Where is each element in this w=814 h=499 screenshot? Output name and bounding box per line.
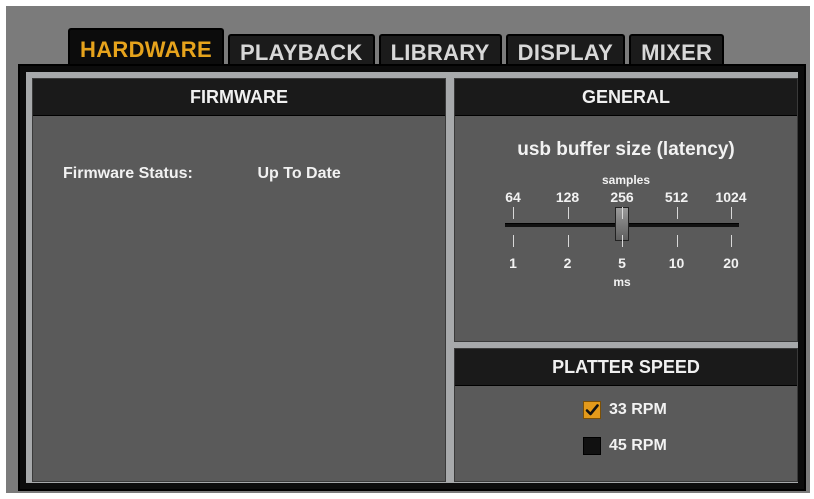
sample-tick-mark (513, 207, 514, 219)
rpm-33-checkbox[interactable] (583, 401, 601, 419)
rpm-33-label: 33 RPM (609, 401, 667, 418)
ms-tick-label: 2 (563, 255, 572, 271)
firmware-status-label: Firmware Status: (63, 165, 193, 182)
platter-speed-header: PLATTER SPEED (455, 349, 797, 386)
sample-tick-mark (676, 207, 678, 219)
general-header: GENERAL (455, 79, 797, 116)
sample-tick-label: 1024 (715, 189, 747, 205)
ms-tick-mark (513, 235, 514, 247)
firmware-panel: FIRMWARE Firmware Status: Up To Date (32, 78, 446, 482)
rpm-45-option[interactable]: 45 RPM (583, 437, 667, 455)
settings-window: HARDWARE PLAYBACK LIBRARY DISPLAY MIXER … (6, 6, 810, 493)
sample-tick-label: 512 (664, 189, 689, 205)
ms-caption: ms (613, 275, 631, 289)
sample-tick-mark (622, 207, 623, 219)
sample-tick-label: 256 (610, 189, 634, 205)
rpm-45-label: 45 RPM (609, 437, 667, 454)
content-area: FIRMWARE Firmware Status: Up To Date GEN… (18, 64, 806, 491)
sample-tick-mark (567, 207, 569, 219)
ms-tick-mark (676, 235, 678, 247)
ms-tick-mark (731, 235, 732, 247)
sample-tick-label: 64 (505, 189, 521, 205)
firmware-status-value: Up To Date (257, 165, 341, 182)
ms-tick-label: 10 (668, 255, 685, 271)
general-panel: GENERAL usb buffer size (latency) sample… (454, 78, 798, 342)
platter-speed-panel: PLATTER SPEED 33 RPM 45 RPM (454, 348, 798, 482)
ms-tick-mark (567, 235, 569, 247)
rpm-45-checkbox[interactable] (583, 437, 601, 455)
firmware-header: FIRMWARE (33, 79, 445, 116)
sample-tick-mark (731, 207, 732, 219)
latency-title: usb buffer size (latency) (517, 139, 735, 160)
rpm-33-option[interactable]: 33 RPM (583, 401, 667, 419)
ms-tick-mark (622, 235, 623, 247)
checkmark-icon (585, 404, 599, 416)
sample-tick-label: 128 (555, 189, 580, 205)
ms-tick-label: 1 (509, 255, 517, 271)
samples-caption: samples (601, 173, 651, 187)
firmware-status-row: Firmware Status: Up To Date (63, 165, 341, 183)
ms-tick-label: 5 (618, 255, 626, 271)
content-inner: FIRMWARE Firmware Status: Up To Date GEN… (26, 72, 798, 483)
ms-tick-label: 20 (723, 255, 739, 271)
